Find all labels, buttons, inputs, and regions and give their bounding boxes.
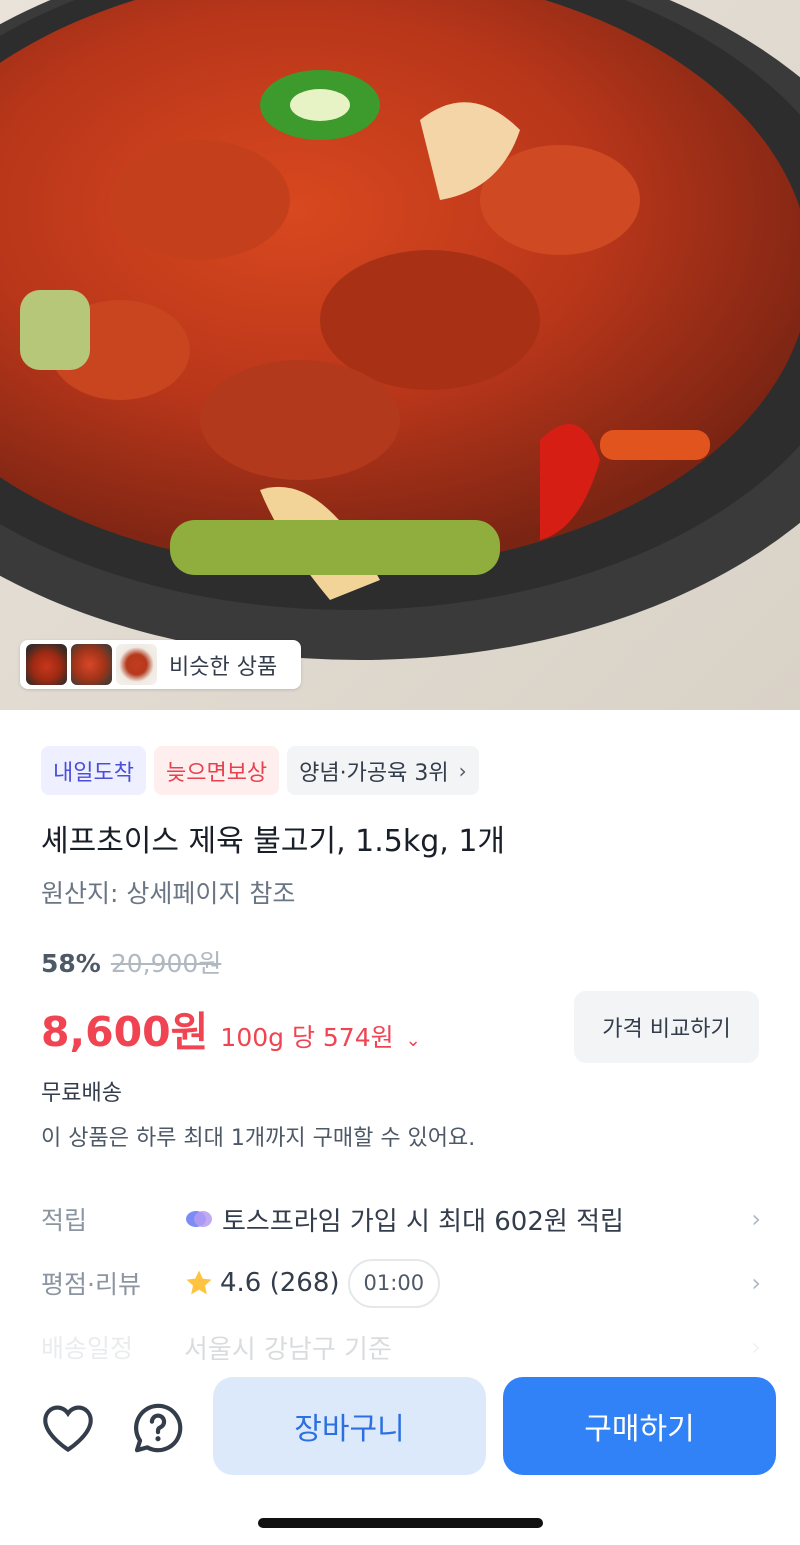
unit-price: 100g 당 574원 [220, 1023, 394, 1052]
price-row[interactable]: 8,600원 100g 당 574원 ⌄ [41, 998, 421, 1058]
chevron-right-icon: › [751, 1205, 761, 1233]
inquiry-button[interactable] [130, 1400, 186, 1456]
shipping-info: 무료배송 [41, 1081, 122, 1106]
badge-row: 내일도착 늦으면보상 양념·가공육 3위 › [41, 746, 479, 795]
product-title: 셰프초이스 제육 불고기, 1.5kg, 1개 [41, 824, 506, 859]
buy-now-button[interactable]: 구매하기 [503, 1377, 776, 1475]
product-origin: 원산지: 상세페이지 참조 [41, 879, 296, 908]
add-to-cart-button[interactable]: 장바구니 [213, 1377, 486, 1475]
wishlist-heart-button[interactable] [40, 1400, 96, 1456]
rating-review-row[interactable]: 평점·리뷰 4.6 (268) 01:00 › [41, 1258, 761, 1308]
similar-thumbnail [26, 644, 67, 685]
heart-icon [43, 1405, 93, 1453]
sale-price: 8,600원 [41, 1008, 209, 1056]
late-compensation-badge: 늦으면보상 [153, 746, 280, 795]
similar-products-button[interactable]: 비슷한 상품 [20, 640, 301, 689]
star-icon [186, 1270, 212, 1295]
chevron-right-icon: › [751, 1333, 761, 1361]
prime-logo-icon [186, 1211, 212, 1227]
category-rank-label: 양념·가공육 3위 [299, 760, 449, 786]
points-value: 토스프라임 가입 시 최대 602원 적립 [222, 1206, 624, 1237]
product-image[interactable]: 비슷한 상품 [0, 0, 800, 710]
bottom-action-bar: 장바구니 구매하기 [0, 1360, 800, 1545]
compare-price-button[interactable]: 가격 비교하기 [574, 991, 759, 1063]
points-label: 적립 [41, 1206, 88, 1235]
points-row[interactable]: 적립 토스프라임 가입 시 최대 602원 적립 › [41, 1194, 761, 1244]
rating-label: 평점·리뷰 [41, 1270, 141, 1299]
similar-thumbnail [116, 644, 157, 685]
rating-value: 4.6 (268) [220, 1268, 340, 1298]
category-rank-badge[interactable]: 양념·가공육 3위 › [287, 746, 479, 795]
home-indicator [258, 1518, 543, 1528]
review-video-duration[interactable]: 01:00 [347, 1258, 441, 1308]
similar-products-label: 비슷한 상품 [169, 654, 278, 680]
food-photo [0, 0, 800, 660]
discount-row: 58% 20,900원 [41, 944, 221, 980]
discount-rate: 58% [41, 949, 101, 978]
chevron-right-icon: › [458, 758, 467, 783]
chevron-right-icon: › [751, 1269, 761, 1297]
chevron-down-icon: ⌄ [405, 1030, 421, 1051]
similar-thumbnail [71, 644, 112, 685]
question-chat-icon [134, 1403, 183, 1453]
next-day-delivery-badge: 내일도착 [41, 746, 146, 795]
original-price: 20,900원 [110, 949, 222, 978]
purchase-limit-notice: 이 상품은 하루 최대 1개까지 구매할 수 있어요. [41, 1126, 476, 1151]
